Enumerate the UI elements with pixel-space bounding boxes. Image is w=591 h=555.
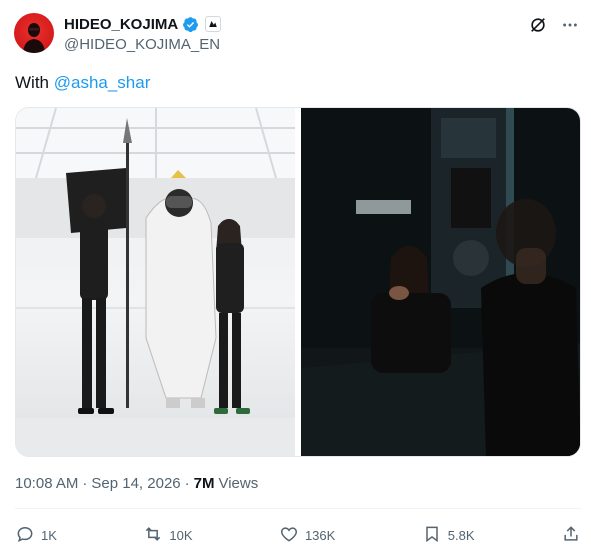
photo-right[interactable] — [301, 108, 580, 456]
like-button[interactable]: 136K — [279, 524, 335, 547]
views-label: Views — [218, 475, 259, 492]
tweet-meta: 10:08 AM · Sep 14, 2026 · 7M Views — [15, 475, 258, 492]
share-icon — [561, 524, 581, 547]
views-count: 7M — [193, 475, 215, 492]
author-handle[interactable]: @HIDEO_KOJIMA_EN — [64, 36, 221, 53]
heart-icon — [279, 524, 299, 547]
repost-button[interactable]: 10K — [143, 524, 193, 547]
repost-count: 10K — [169, 527, 193, 543]
bookmark-count: 5.8K — [447, 527, 475, 543]
grok-icon[interactable] — [528, 15, 548, 35]
tweet-date[interactable]: Sep 14, 2026 — [91, 475, 180, 492]
avatar-silhouette-icon — [23, 23, 45, 53]
header-actions — [528, 15, 580, 35]
author-display-name[interactable]: HIDEO_KOJIMA — [64, 16, 178, 33]
studio-photo-icon — [16, 108, 295, 456]
tweet-header: HIDEO_KOJIMA @HIDEO_KOJIMA_EN — [14, 13, 580, 57]
bookmark-button[interactable]: 5.8K — [422, 524, 475, 547]
tweet-text: With @asha_shar — [15, 73, 150, 93]
share-button[interactable] — [561, 524, 581, 547]
tweet-text-prefix: With — [15, 73, 54, 92]
photo-left[interactable] — [16, 108, 295, 456]
meta-separator: · — [184, 475, 190, 492]
reply-icon — [15, 524, 35, 547]
dark-studio-photo-icon — [301, 108, 580, 456]
more-options-icon[interactable] — [560, 15, 580, 35]
avatar[interactable] — [14, 13, 54, 53]
verified-badge-icon[interactable] — [182, 16, 199, 33]
affiliate-badge-icon[interactable] — [205, 16, 222, 32]
divider — [15, 508, 581, 509]
media-grid — [15, 107, 581, 457]
repost-icon — [143, 524, 163, 547]
reply-button[interactable]: 1K — [15, 524, 57, 547]
reply-count: 1K — [41, 527, 57, 543]
mention-link[interactable]: @asha_shar — [54, 73, 151, 92]
meta-separator: · — [82, 475, 88, 492]
author-names: HIDEO_KOJIMA @HIDEO_KOJIMA_EN — [64, 14, 222, 53]
action-bar: 1K 10K 136K 5.8K — [15, 522, 581, 548]
tweet-time[interactable]: 10:08 AM — [15, 475, 78, 492]
like-count: 136K — [304, 527, 336, 543]
bookmark-icon — [422, 524, 442, 547]
